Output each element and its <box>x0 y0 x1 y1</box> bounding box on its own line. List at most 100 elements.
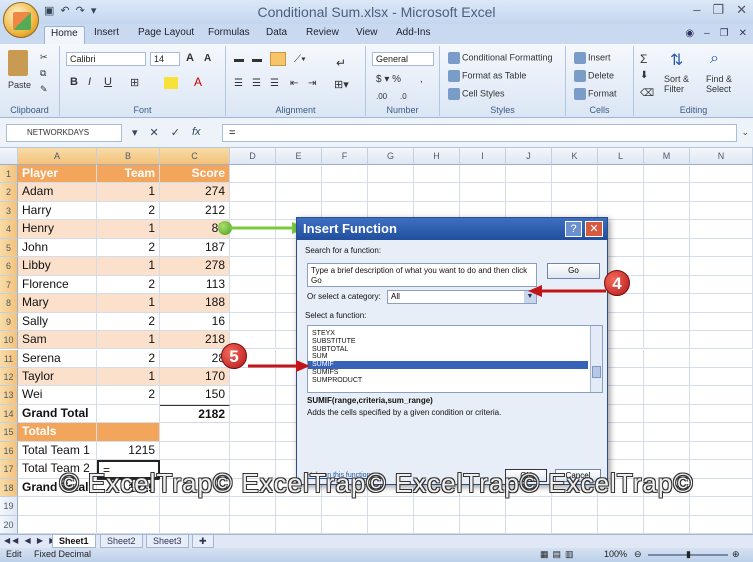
cell-n1[interactable] <box>690 165 753 184</box>
column-header-i[interactable]: I <box>460 148 506 165</box>
row-header-20[interactable]: 20 <box>0 515 18 534</box>
restore-icon[interactable]: ❐ <box>712 2 724 18</box>
column-header-h[interactable]: H <box>414 148 460 165</box>
delete-cells-button[interactable]: Delete <box>574 70 614 82</box>
cell-n14[interactable] <box>690 404 753 424</box>
insert-sheet-icon[interactable]: ✚ <box>192 535 214 548</box>
sort-filter-label[interactable]: Sort & Filter <box>664 74 704 94</box>
row-header-7[interactable]: 7 <box>0 275 18 295</box>
cell-a20[interactable] <box>18 515 97 534</box>
decrease-decimal-icon[interactable]: .0 <box>400 92 407 101</box>
tab-formulas[interactable]: Formulas <box>208 27 250 38</box>
close-icon[interactable]: ✕ <box>736 2 747 18</box>
cell-b7[interactable]: 2 <box>97 275 160 295</box>
cell-m5[interactable] <box>644 238 690 258</box>
align-top-icon[interactable]: ▬ <box>234 54 244 65</box>
cell-b19[interactable] <box>97 497 160 516</box>
function-item-substitute[interactable]: SUBSTITUTE <box>308 338 602 346</box>
cell-n4[interactable] <box>690 220 753 239</box>
cell-e1[interactable] <box>276 165 322 184</box>
column-header-a[interactable]: A <box>18 148 97 165</box>
row-header-1[interactable]: 1 <box>0 165 18 184</box>
cell-b13[interactable]: 2 <box>97 386 160 405</box>
clear-icon[interactable]: ⌫ <box>640 88 654 99</box>
align-bottom-icon[interactable] <box>270 52 286 66</box>
cut-icon[interactable]: ✂ <box>40 52 48 63</box>
font-size-select[interactable]: 14 <box>150 52 180 66</box>
cell-c2[interactable]: 274 <box>160 183 230 202</box>
column-header-l[interactable]: L <box>598 148 644 165</box>
column-header-g[interactable]: G <box>368 148 414 165</box>
cell-a9[interactable]: Sally <box>18 312 97 332</box>
cell-b6[interactable]: 1 <box>97 257 160 276</box>
dialog-help-icon[interactable]: ? <box>565 221 582 237</box>
cell-c10[interactable]: 218 <box>160 331 230 350</box>
cancel-formula-icon[interactable]: ✕ <box>150 126 159 139</box>
cell-g1[interactable] <box>368 165 414 184</box>
cell-a8[interactable]: Mary <box>18 294 97 313</box>
cell-a10[interactable]: Sam <box>18 331 97 350</box>
cell-n5[interactable] <box>690 238 753 258</box>
ribbon-restore-icon[interactable]: ❐ <box>720 28 729 39</box>
cell-c11[interactable]: 28 <box>160 349 230 368</box>
go-button[interactable]: Go <box>547 263 600 279</box>
sort-filter-icon[interactable]: ⇅ <box>670 50 683 70</box>
expand-formula-bar-icon[interactable]: ⌄ <box>741 127 749 138</box>
orientation-icon[interactable]: ⟋▾ <box>294 54 306 65</box>
cell-k19[interactable] <box>552 497 598 516</box>
row-header-9[interactable]: 9 <box>0 312 18 332</box>
ok-button[interactable]: OK <box>505 469 547 482</box>
align-center-icon[interactable]: ☰ <box>252 78 261 89</box>
cell-c6[interactable]: 278 <box>160 257 230 276</box>
cell-d19[interactable] <box>230 497 276 516</box>
cell-j19[interactable] <box>506 497 552 516</box>
view-buttons-icon[interactable]: ▦▤▥ <box>540 549 578 560</box>
cell-n11[interactable] <box>690 349 753 368</box>
cell-h2[interactable] <box>414 183 460 202</box>
tab-home[interactable]: Home <box>44 26 85 44</box>
cell-a15[interactable]: Totals <box>18 423 97 442</box>
cell-n13[interactable] <box>690 386 753 405</box>
cell-a4[interactable]: Henry <box>18 220 97 239</box>
cell-j2[interactable] <box>506 183 552 202</box>
cell-c16[interactable] <box>160 441 230 461</box>
insert-cells-button[interactable]: Insert <box>574 52 611 64</box>
tab-add-ins[interactable]: Add-Ins <box>396 27 430 38</box>
cell-m11[interactable] <box>644 349 690 368</box>
cell-m3[interactable] <box>644 201 690 221</box>
cell-j1[interactable] <box>506 165 552 184</box>
cell-l19[interactable] <box>598 497 644 516</box>
column-header-f[interactable]: F <box>322 148 368 165</box>
cell-a6[interactable]: Libby <box>18 257 97 276</box>
cell-a16[interactable]: Total Team 1 <box>18 441 97 461</box>
cell-a14[interactable]: Grand Total <box>18 404 97 424</box>
cell-m2[interactable] <box>644 183 690 202</box>
cell-a5[interactable]: John <box>18 238 97 258</box>
help-on-function-link[interactable]: Help on this function <box>307 472 370 479</box>
column-header-b[interactable]: B <box>97 148 160 165</box>
cell-b12[interactable]: 1 <box>97 367 160 387</box>
cell-h19[interactable] <box>414 497 460 516</box>
cell-e2[interactable] <box>276 183 322 202</box>
align-middle-icon[interactable]: ▬ <box>252 54 262 65</box>
cell-b2[interactable]: 1 <box>97 183 160 202</box>
column-header-e[interactable]: E <box>276 148 322 165</box>
sheet-tab-1[interactable]: Sheet1 <box>52 535 96 548</box>
function-item-subtotal[interactable]: SUBTOTAL <box>308 346 602 354</box>
cell-b8[interactable]: 1 <box>97 294 160 313</box>
row-header-5[interactable]: 5 <box>0 238 18 258</box>
cell-a2[interactable]: Adam <box>18 183 97 202</box>
function-item-sumifs[interactable]: SUMIFS <box>308 369 602 377</box>
cell-b14[interactable] <box>97 404 160 424</box>
cell-n19[interactable] <box>690 497 753 516</box>
tab-data[interactable]: Data <box>266 27 287 38</box>
cell-d3[interactable] <box>230 201 276 221</box>
cell-h20[interactable] <box>414 515 460 534</box>
cell-l20[interactable] <box>598 515 644 534</box>
cell-m18[interactable] <box>644 478 690 498</box>
align-right-icon[interactable]: ☰ <box>270 78 279 89</box>
cell-d2[interactable] <box>230 183 276 202</box>
paste-icon[interactable] <box>8 50 28 76</box>
cell-i2[interactable] <box>460 183 506 202</box>
cell-b17[interactable]: = <box>97 460 160 479</box>
